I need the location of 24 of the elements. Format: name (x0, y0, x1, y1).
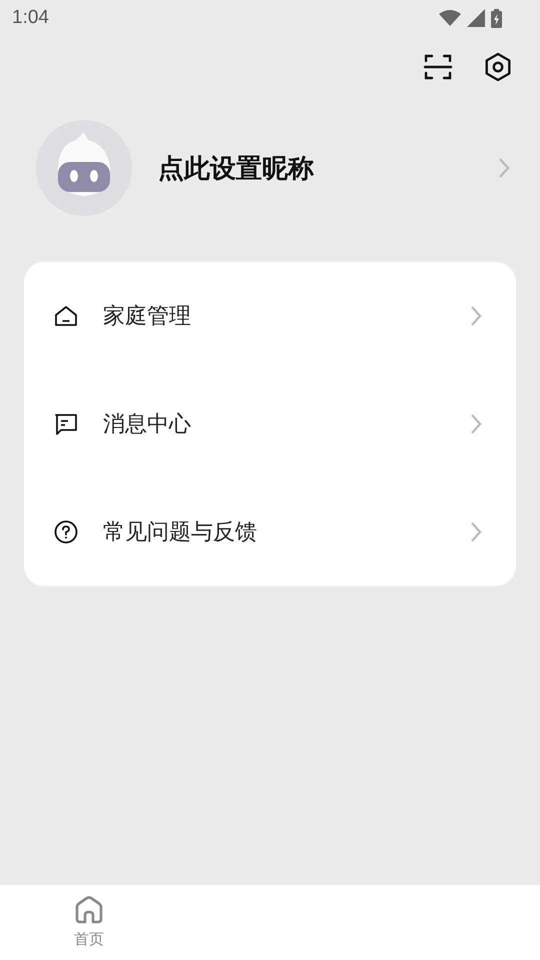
menu-label: 家庭管理 (103, 303, 192, 331)
home-icon (74, 896, 104, 924)
status-time: 1:04 (12, 7, 49, 29)
wifi-icon (439, 10, 461, 26)
message-icon (54, 412, 78, 436)
menu-item[interactable]: 家庭管理 (24, 262, 516, 370)
menu-item[interactable]: 常见问题与反馈 (24, 478, 516, 586)
profile-row[interactable]: 点此设置昵称 (0, 120, 540, 216)
signal-icon (467, 9, 485, 27)
battery-icon (491, 8, 502, 28)
chevron-icon (470, 521, 482, 543)
help-icon (54, 520, 78, 544)
nickname-prompt: 点此设置昵称 (158, 152, 315, 186)
chevron-icon (470, 413, 482, 435)
chevron-icon (498, 157, 510, 179)
house-icon (54, 304, 78, 328)
nav-tab[interactable]: 首页 (0, 885, 178, 960)
menu-item[interactable]: 消息中心 (24, 370, 516, 478)
menu-label: 常见问题与反馈 (103, 519, 258, 547)
scan-icon[interactable] (423, 52, 453, 82)
avatar-icon (36, 120, 132, 216)
chevron-icon (470, 305, 482, 327)
settings-icon[interactable] (483, 52, 513, 82)
menu-label: 消息中心 (103, 411, 192, 439)
